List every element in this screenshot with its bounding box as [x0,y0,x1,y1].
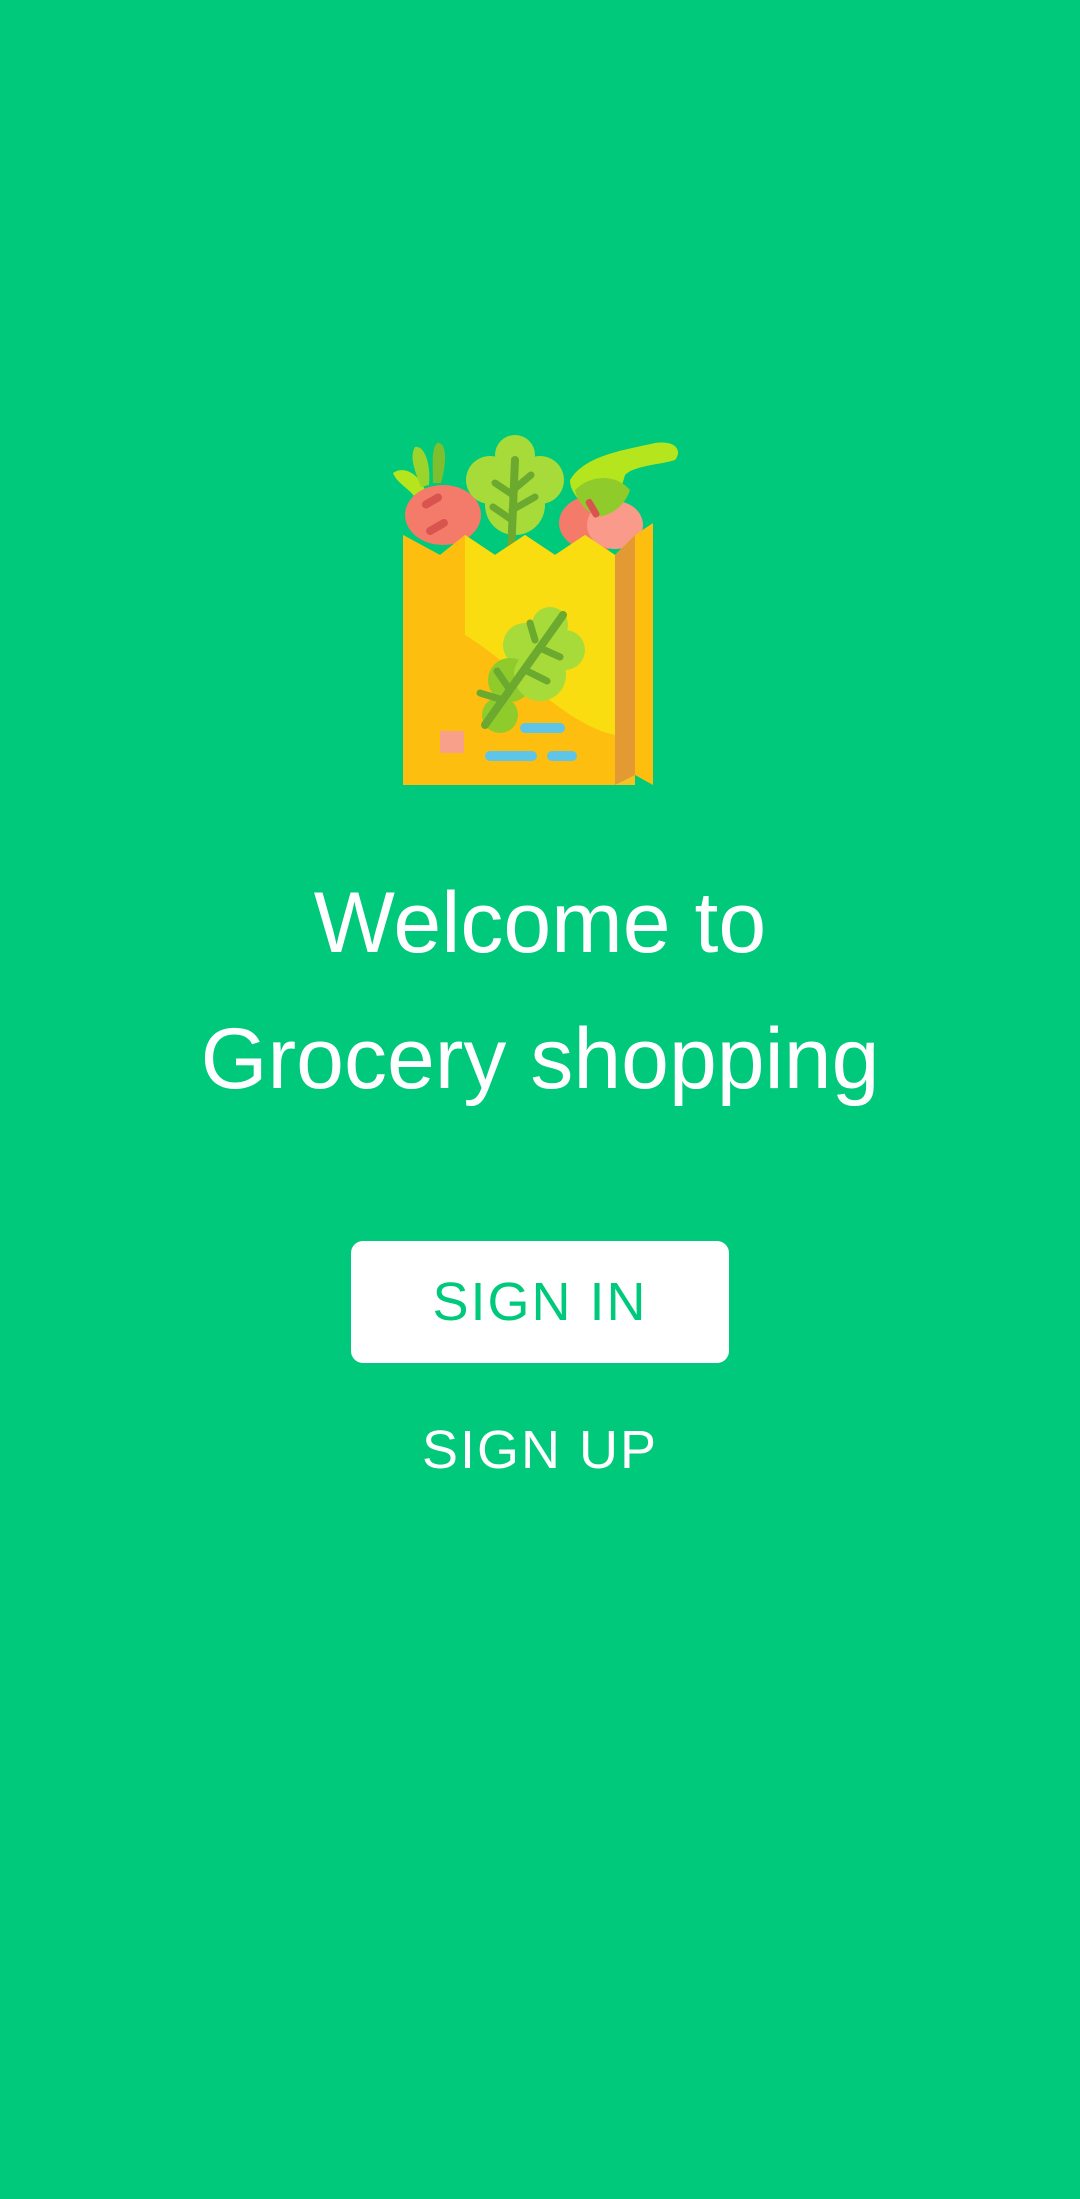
sign-up-button[interactable]: SIGN UP [391,1410,689,1490]
welcome-heading: Welcome to Grocery shopping [0,855,1080,1127]
grocery-bag-icon [393,435,679,785]
welcome-line-1: Welcome to [313,875,767,971]
welcome-line-2: Grocery shopping [200,1011,880,1107]
sign-in-button[interactable]: SIGN IN [351,1241,729,1363]
welcome-screen: Welcome to Grocery shopping SIGN IN SIGN… [0,0,1080,2199]
